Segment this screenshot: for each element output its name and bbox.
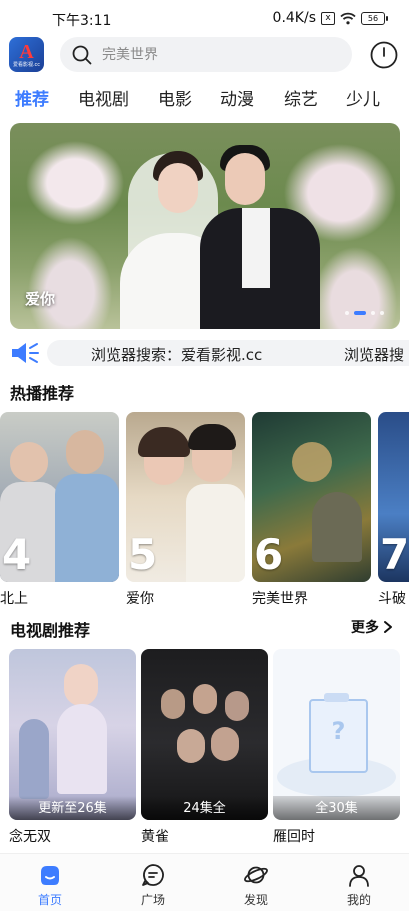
- speaker-icon: [12, 343, 39, 363]
- tv-card-poster-placeholder[interactable]: ? 全30集: [273, 649, 400, 820]
- hot-title[interactable]: 完美世界: [252, 588, 308, 608]
- tab-kids[interactable]: 少儿: [346, 85, 380, 110]
- episode-badge: 更新至26集: [9, 796, 136, 820]
- rank-number: 4: [2, 530, 32, 579]
- episode-badge: 全30集: [273, 796, 400, 820]
- notice-bar: 浏览器搜索：爱看影视.cc 浏览器搜: [10, 340, 409, 366]
- notice-text-repeat: 浏览器搜: [344, 346, 405, 364]
- tab-anime[interactable]: 动漫: [220, 85, 254, 110]
- banner-pagination: [345, 311, 384, 315]
- pagination-dot[interactable]: [345, 311, 349, 315]
- app-logo[interactable]: A 爱看影视.cc: [9, 37, 44, 72]
- poster-artwork: [64, 664, 98, 706]
- status-time: 下午3:11: [52, 13, 112, 29]
- notice-marquee: 浏览器搜索：爱看影视.cc 浏览器搜: [47, 340, 409, 366]
- search-icon: [72, 45, 92, 64]
- nav-square[interactable]: 广场: [113, 854, 193, 911]
- chat-icon: [142, 864, 164, 886]
- poster-artwork: [186, 484, 245, 582]
- status-bar: 下午3:11 0.4K/s x 56: [0, 0, 409, 36]
- question-mark-icon: ?: [331, 717, 346, 745]
- search-bar[interactable]: [60, 37, 352, 72]
- pagination-dot[interactable]: [371, 311, 375, 315]
- tv-title[interactable]: 念无双: [9, 826, 51, 846]
- poster-artwork: [177, 729, 205, 763]
- rank-number: 5: [128, 530, 158, 579]
- notice-text: 浏览器搜索：爱看影视.cc: [91, 346, 263, 364]
- chevron-right-icon: [384, 621, 392, 633]
- poster-artwork: [66, 430, 104, 474]
- episode-badge: 24集全: [141, 796, 268, 820]
- section-title-tv: 电视剧推荐: [10, 621, 91, 640]
- hot-card-poster[interactable]: 7: [378, 412, 409, 582]
- hot-card-poster[interactable]: 5: [126, 412, 245, 582]
- profile-icon: [349, 865, 369, 887]
- nav-label: 广场: [140, 893, 165, 907]
- nav-home[interactable]: 首页: [10, 854, 90, 911]
- battery-icon: 56: [361, 11, 388, 25]
- banner-title: 爱你: [25, 290, 56, 308]
- poster-artwork: [193, 684, 217, 714]
- nav-profile[interactable]: 我的: [319, 854, 399, 911]
- banner-artwork: [158, 163, 198, 213]
- tv-title[interactable]: 黄雀: [141, 826, 169, 846]
- pagination-dot[interactable]: [380, 311, 384, 315]
- poster-artwork: [161, 689, 185, 719]
- poster-artwork: [19, 719, 49, 799]
- hot-title[interactable]: 爱你: [126, 588, 154, 608]
- more-label: 更多: [351, 620, 379, 636]
- hero-banner[interactable]: 爱你: [10, 123, 400, 329]
- tv-card-poster[interactable]: 24集全: [141, 649, 268, 820]
- banner-artwork: [242, 208, 270, 288]
- tab-variety[interactable]: 综艺: [284, 85, 318, 110]
- tv-card-poster[interactable]: 更新至26集: [9, 649, 136, 820]
- hot-card-poster[interactable]: 4: [0, 412, 119, 582]
- nav-label: 我的: [346, 893, 371, 907]
- logo-subtext: 爱看影视.cc: [12, 61, 41, 68]
- tab-recommend[interactable]: 推荐: [15, 85, 49, 110]
- more-button[interactable]: 更多: [351, 617, 393, 637]
- nav-label: 首页: [37, 893, 62, 907]
- poster-artwork: [188, 424, 236, 450]
- nav-label: 发现: [243, 893, 268, 907]
- bottom-navigation: 首页 广场 发现 我的: [0, 853, 409, 911]
- poster-artwork: [10, 442, 48, 482]
- network-speed: 0.4K/s: [272, 10, 316, 26]
- poster-artwork: [292, 442, 332, 482]
- poster-artwork: [225, 691, 249, 721]
- category-tabs: 推荐 电视剧 电影 动漫 综艺 少儿: [0, 85, 409, 115]
- poster-artwork: [211, 727, 239, 761]
- rank-number: 7: [380, 530, 409, 579]
- search-input[interactable]: [100, 45, 334, 64]
- section-title-hot: 热播推荐: [10, 384, 75, 403]
- hot-title[interactable]: 斗破: [378, 588, 409, 608]
- poster-artwork: [55, 474, 119, 582]
- nav-discover[interactable]: 发现: [216, 854, 296, 911]
- banner-artwork: [225, 153, 265, 205]
- poster-artwork: [138, 427, 190, 457]
- tab-movies[interactable]: 电影: [158, 85, 192, 110]
- planet-icon: [244, 866, 268, 884]
- wifi-icon: [340, 12, 356, 24]
- sim-icon: x: [321, 11, 335, 25]
- pagination-dot-active[interactable]: [354, 311, 366, 315]
- tv-title[interactable]: 雁回时: [273, 826, 315, 846]
- logo-letter: A: [19, 40, 34, 63]
- hot-title[interactable]: 北上: [0, 588, 28, 608]
- home-icon: [41, 866, 59, 885]
- poster-artwork: [312, 492, 362, 562]
- status-indicators: 0.4K/s x 56: [272, 10, 388, 26]
- hot-card-poster[interactable]: 6: [252, 412, 371, 582]
- poster-artwork: [57, 704, 107, 794]
- tab-tv-series[interactable]: 电视剧: [78, 85, 129, 110]
- rank-number: 6: [254, 530, 284, 579]
- clock-icon[interactable]: [369, 40, 399, 70]
- placeholder-artwork: [324, 693, 349, 702]
